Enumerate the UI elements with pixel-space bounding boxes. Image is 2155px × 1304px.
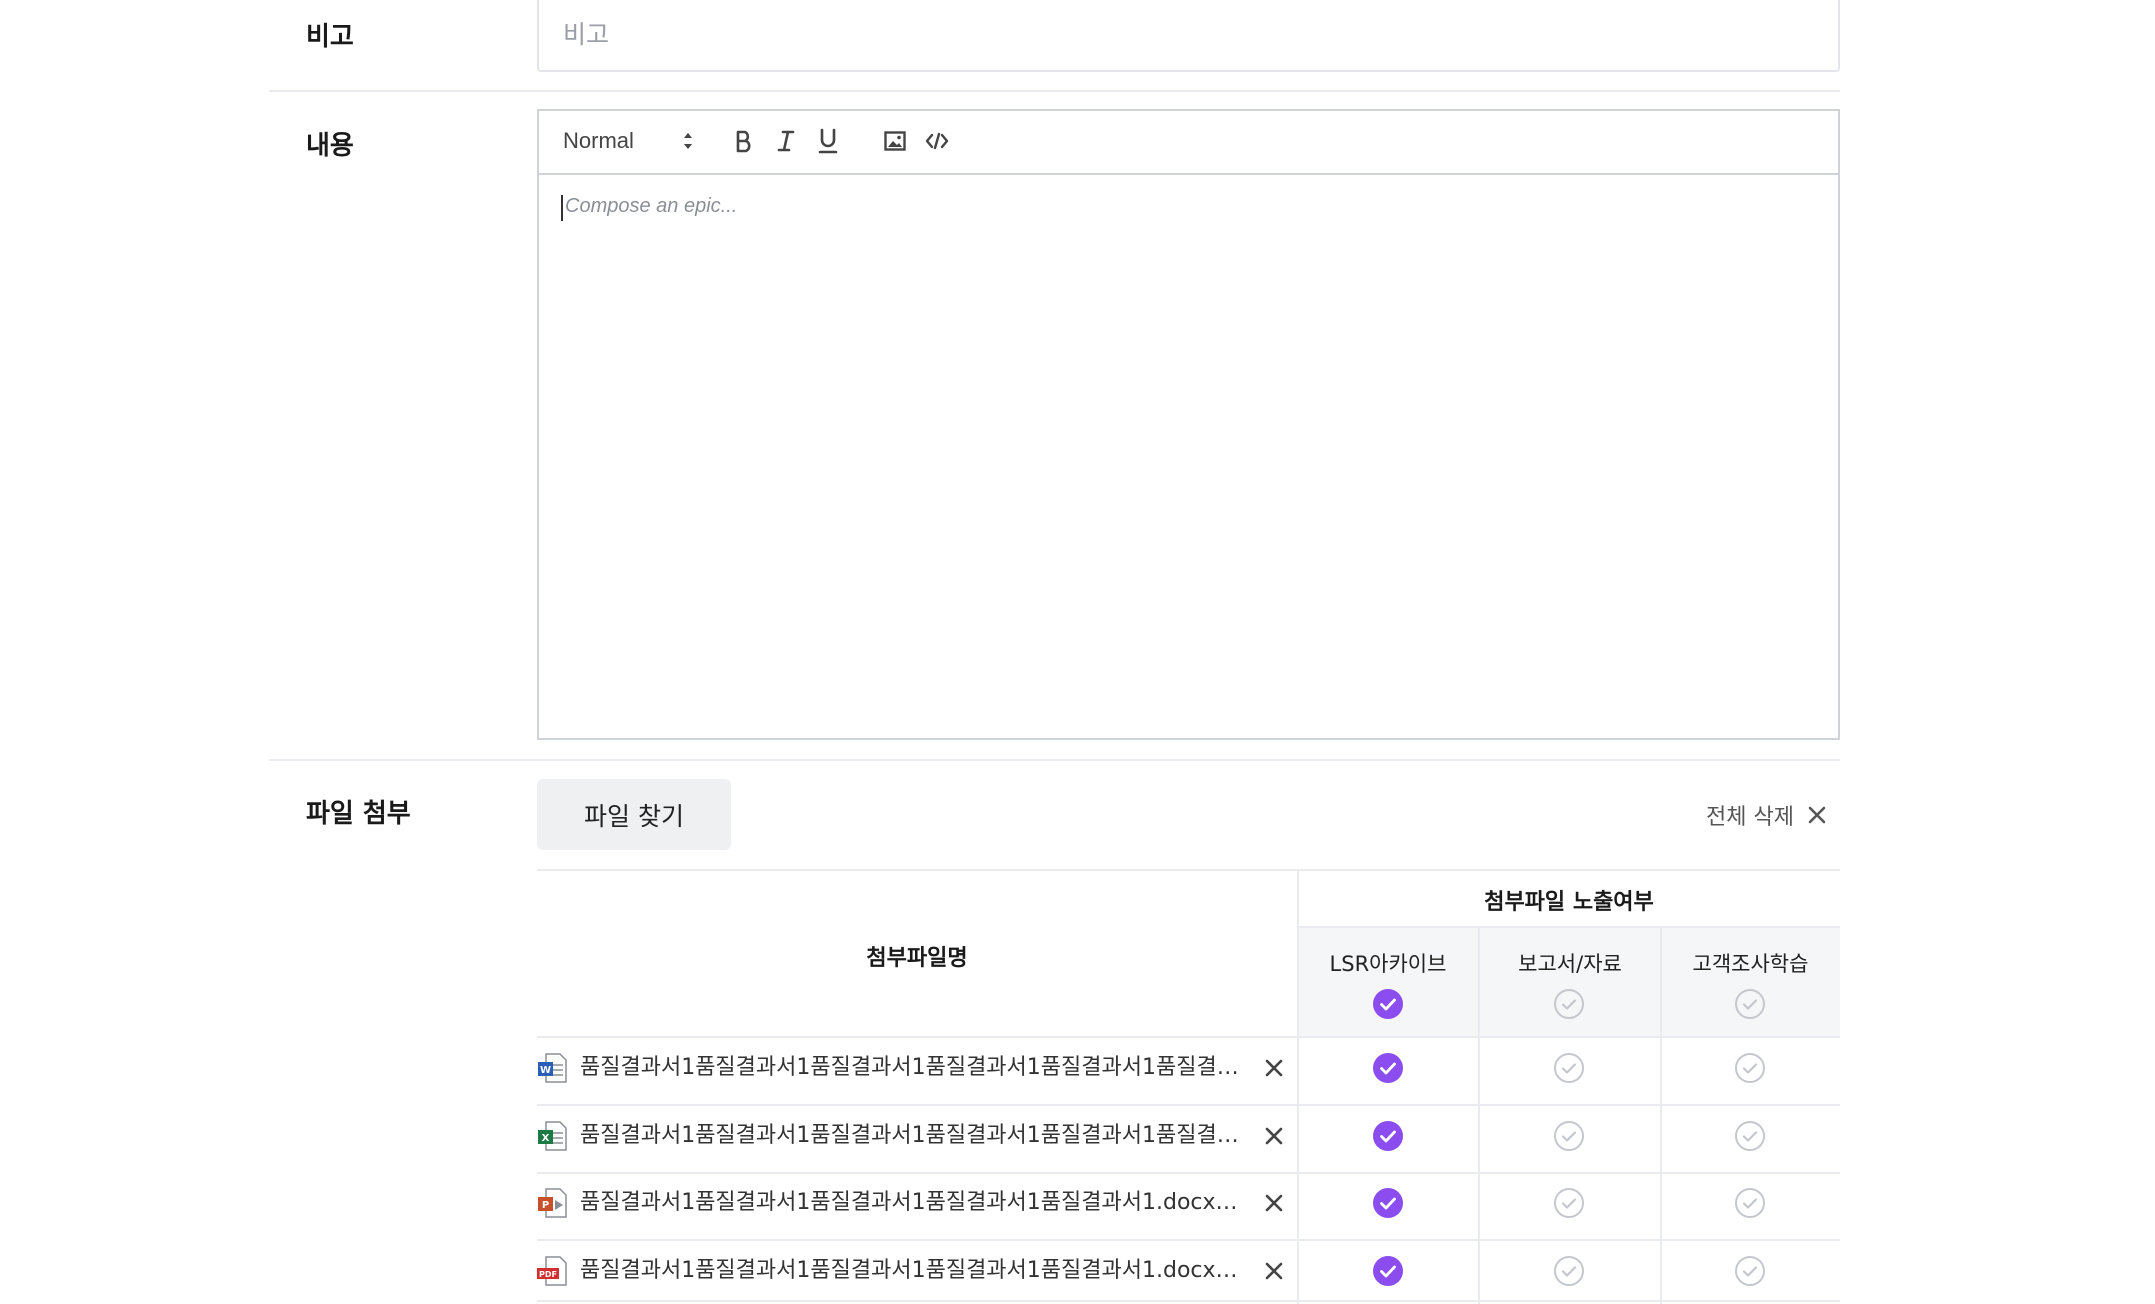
- heading-select[interactable]: Normal: [563, 125, 695, 157]
- check-circle-icon[interactable]: [1372, 1120, 1404, 1152]
- file-name[interactable]: 품질결과서1품질결과서1품질결과서1품질결과서1품질결과서1.docx (n …: [580, 1188, 1240, 1218]
- check-circle-icon[interactable]: [1734, 1255, 1766, 1287]
- bold-icon: [736, 130, 751, 153]
- code-button[interactable]: [919, 125, 955, 157]
- check-circle-icon[interactable]: [1734, 1052, 1766, 1084]
- remove-file-icon[interactable]: [1262, 1191, 1286, 1215]
- exposure-header-divider: [1298, 926, 1840, 928]
- find-file-button[interactable]: 파일 찾기: [537, 779, 731, 850]
- bold-button[interactable]: [726, 125, 762, 157]
- check-circle-icon[interactable]: [1372, 988, 1404, 1020]
- check-circle-icon[interactable]: [1734, 1120, 1766, 1152]
- table-row-border: [537, 1104, 1840, 1106]
- exposure-header: 첨부파일 노출여부: [1484, 890, 1654, 915]
- powerpoint-file-icon: P: [538, 1188, 567, 1218]
- column-header-customer-research: 고객조사학습: [1692, 952, 1809, 976]
- table-column-divider: [1660, 926, 1662, 1304]
- content-label: 내용: [306, 131, 354, 161]
- table-top-border: [537, 869, 1840, 871]
- select-arrows-icon: [684, 133, 692, 149]
- divider: [269, 759, 1840, 761]
- image-button[interactable]: [877, 125, 913, 157]
- check-circle-icon[interactable]: [1372, 1052, 1404, 1084]
- table-row-border: [537, 1239, 1840, 1241]
- svg-text:P: P: [542, 1200, 549, 1211]
- remove-file-icon[interactable]: [1262, 1124, 1286, 1148]
- check-circle-icon[interactable]: [1553, 1120, 1585, 1152]
- underline-icon: [818, 128, 838, 154]
- underline-button[interactable]: [810, 125, 846, 157]
- svg-text:PDF: PDF: [539, 1270, 557, 1279]
- text-caret: [561, 195, 563, 221]
- svg-text:W: W: [540, 1065, 551, 1076]
- rich-text-editor: Normal Compose an epic...: [537, 109, 1840, 740]
- code-icon: [925, 132, 949, 150]
- table-row-border: [537, 1300, 1840, 1302]
- image-icon: [884, 131, 906, 151]
- memo-label: 비고: [306, 22, 354, 52]
- excel-file-icon: X: [538, 1121, 567, 1151]
- remove-file-icon[interactable]: [1262, 1056, 1286, 1080]
- italic-icon: [777, 130, 795, 152]
- check-circle-icon[interactable]: [1734, 988, 1766, 1020]
- heading-select-value: Normal: [563, 128, 634, 153]
- attachments-label: 파일 첨부: [306, 799, 411, 829]
- pdf-file-icon: PDF: [537, 1256, 567, 1286]
- check-circle-icon[interactable]: [1372, 1187, 1404, 1219]
- table-header-bottom-border: [537, 1036, 1840, 1038]
- check-circle-icon[interactable]: [1734, 1187, 1766, 1219]
- editor-placeholder: Compose an epic...: [565, 195, 738, 217]
- column-header-lsr-archive: LSR아카이브: [1329, 952, 1447, 976]
- check-circle-icon[interactable]: [1553, 1052, 1585, 1084]
- table-column-divider: [1478, 926, 1480, 1304]
- check-circle-icon[interactable]: [1553, 1187, 1585, 1219]
- column-header-reports: 보고서/자료: [1518, 952, 1622, 976]
- editor-toolbar: Normal: [539, 111, 1838, 175]
- editor-text-area[interactable]: Compose an epic...: [539, 173, 1838, 738]
- divider: [269, 90, 1840, 92]
- check-circle-icon[interactable]: [1553, 1255, 1585, 1287]
- close-icon: [1808, 806, 1826, 824]
- table-row-border: [537, 1172, 1840, 1174]
- memo-input[interactable]: [537, 0, 1840, 72]
- file-name[interactable]: 품질결과서1품질결과서1품질결과서1품질결과서1품질결과서1.docx (n …: [580, 1256, 1240, 1286]
- file-name-header: 첨부파일명: [866, 946, 968, 971]
- italic-button[interactable]: [768, 125, 804, 157]
- file-name[interactable]: 품질결과서1품질결과서1품질결과서1품질결과서1품질결과서1품질결과서1품질결과…: [580, 1121, 1240, 1151]
- delete-all-label: 전체 삭제: [1706, 805, 1794, 830]
- check-circle-icon[interactable]: [1372, 1255, 1404, 1287]
- word-file-icon: W: [538, 1053, 567, 1083]
- delete-all-button[interactable]: 전체 삭제: [1706, 800, 1826, 830]
- svg-text:X: X: [542, 1133, 550, 1144]
- check-circle-icon[interactable]: [1553, 988, 1585, 1020]
- file-name[interactable]: 품질결과서1품질결과서1품질결과서1품질결과서1품질결과서1품질결과서1품질결과…: [580, 1053, 1240, 1083]
- remove-file-icon[interactable]: [1262, 1259, 1286, 1283]
